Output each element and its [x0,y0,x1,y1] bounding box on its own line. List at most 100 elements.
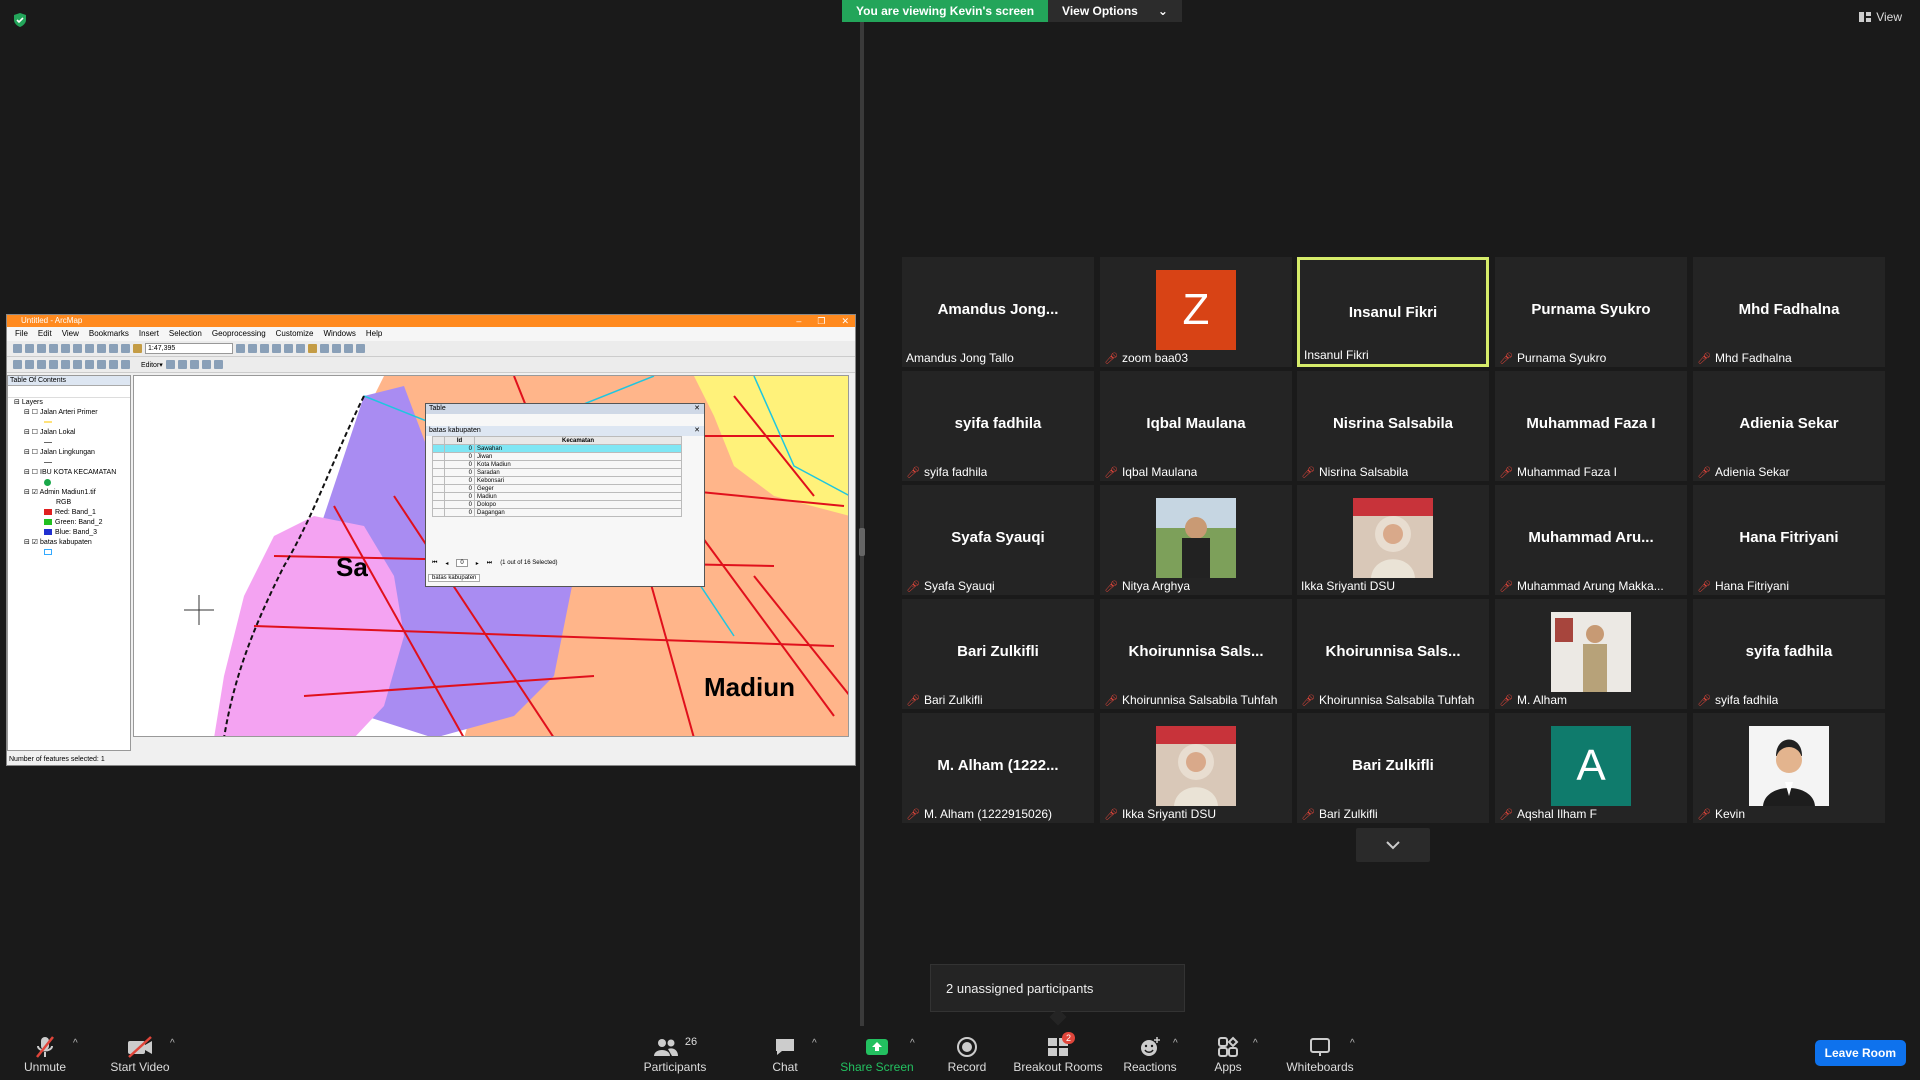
divider-handle[interactable] [859,528,865,556]
view-options-button[interactable]: View Options ⌄ [1048,0,1182,22]
participant-tile[interactable]: Nisrina Salsabila 🎤︎ Nisrina Salsabila [1297,371,1489,481]
start-video-button[interactable]: Start Video [105,1026,175,1080]
toc-layers[interactable]: ⊟ Layers [8,398,130,408]
cut-icon[interactable] [61,344,70,353]
minimize-icon[interactable]: – [796,315,801,327]
participant-tile[interactable]: Purnama Syukro 🎤︎ Purnama Syukro [1495,257,1687,367]
unmute-button[interactable]: Unmute [20,1026,70,1080]
back-icon[interactable] [61,360,70,369]
participant-tile[interactable]: Amandus Jong... Amandus Jong Tallo [902,257,1094,367]
edit-tool-icon[interactable] [213,360,223,369]
participant-tile[interactable]: M. Alham (1222... 🎤︎ M. Alham (1222915026) [902,713,1094,823]
zoom-out-icon[interactable] [25,360,34,369]
open-icon[interactable] [25,344,34,353]
tool-icon[interactable] [236,344,245,353]
save-icon[interactable] [37,344,46,353]
menu-help[interactable]: Help [366,327,382,341]
table-row[interactable]: 0 Kebonsari [432,476,682,485]
tool-icon[interactable] [344,344,353,353]
full-extent-icon[interactable] [49,360,58,369]
reactions-options-caret[interactable]: ^ [1173,1038,1178,1049]
table-row[interactable]: 0 Dagangan [432,508,682,517]
share-screen-button[interactable]: Share Screen [840,1026,914,1080]
participant-tile[interactable]: A 🎤︎ Aqshal Ilham F [1495,713,1687,823]
scale-input[interactable]: 1:47,395 [145,343,233,354]
close-icon[interactable]: ✕ [694,404,700,414]
participant-tile[interactable]: Mhd Fadhalna 🎤︎ Mhd Fadhalna [1693,257,1885,367]
tool-icon[interactable] [320,344,329,353]
participant-tile[interactable]: Bari Zulkifli 🎤︎ Bari Zulkifli [902,599,1094,709]
menu-insert[interactable]: Insert [139,327,159,341]
paste-icon[interactable] [85,344,94,353]
menu-bookmarks[interactable]: Bookmarks [89,327,129,341]
table-row[interactable]: 0 Kota Madiun [432,460,682,469]
maximize-icon[interactable]: ❐ [817,315,825,327]
last-record-icon[interactable]: ⏭ [487,560,492,567]
participant-tile[interactable]: 🎤︎ Ikka Sriyanti DSU [1100,713,1292,823]
edit-tool-icon[interactable] [177,360,187,369]
delete-icon[interactable] [97,344,106,353]
participant-tile[interactable]: 🎤︎ Kevin [1693,713,1885,823]
apps-button[interactable]: Apps [1210,1026,1246,1080]
close-icon[interactable]: ✕ [694,426,700,436]
chat-button[interactable]: Chat [765,1026,805,1080]
table-row[interactable]: 0 Sawahan [432,444,682,453]
participant-tile[interactable]: Muhammad Faza I 🎤︎ Muhammad Faza I [1495,371,1687,481]
print-icon[interactable] [49,344,58,353]
column-header[interactable]: Kecamatan [474,436,682,445]
breakout-rooms-button[interactable]: 2 Breakout Rooms [1013,1026,1103,1080]
edit-tool-icon[interactable] [189,360,199,369]
participant-tile[interactable]: syifa fadhila 🎤︎ syifa fadhila [902,371,1094,481]
find-icon[interactable] [109,360,118,369]
table-row[interactable]: 0 Madiun [432,492,682,501]
column-header[interactable]: Id [444,436,475,445]
participant-tile[interactable]: Bari Zulkifli 🎤︎ Bari Zulkifli [1297,713,1489,823]
menu-selection[interactable]: Selection [169,327,202,341]
edit-tool-icon[interactable] [201,360,211,369]
participant-tile[interactable]: Khoirunnisa Sals... 🎤︎ Khoirunnisa Salsabi… [1100,599,1292,709]
participant-tile[interactable]: syifa fadhila 🎤︎ syifa fadhila [1693,599,1885,709]
forward-icon[interactable] [73,360,82,369]
table-row[interactable]: 0 Jiwan [432,452,682,461]
menu-edit[interactable]: Edit [38,327,52,341]
participant-tile[interactable]: Syafa Syauqi 🎤︎ Syafa Syauqi [902,485,1094,595]
participants-button[interactable]: 26 Participants [640,1026,710,1080]
participant-tile[interactable]: Khoirunnisa Sals... 🎤︎ Khoirunnisa Salsabi… [1297,599,1489,709]
close-icon[interactable]: ✕ [841,315,849,327]
tool-icon[interactable] [284,344,293,353]
record-button[interactable]: Record [945,1026,989,1080]
toc-layer-lingkungan[interactable]: ⊟ ☐ Jalan Lingkungan [8,448,130,458]
redo-icon[interactable] [121,344,130,353]
menu-view[interactable]: View [62,327,79,341]
share-options-caret[interactable]: ^ [910,1038,915,1049]
tool-icon[interactable] [356,344,365,353]
toc-layer-ibukota[interactable]: ⊟ ☐ IBU KOTA KECAMATAN [8,468,130,478]
whiteboards-button[interactable]: Whiteboards [1282,1026,1358,1080]
security-shield-icon[interactable] [12,12,28,28]
toc-layer-arteri[interactable]: ⊟ ☐ Jalan Arteri Primer [8,408,130,418]
table-row[interactable]: 0 Dolopo [432,500,682,509]
undo-icon[interactable] [109,344,118,353]
participant-tile[interactable]: Insanul Fikri Insanul Fikri [1297,257,1489,367]
participant-tile[interactable]: 🎤︎ Nitya Arghya [1100,485,1292,595]
tool-icon[interactable] [248,344,257,353]
menu-windows[interactable]: Windows [323,327,355,341]
first-record-icon[interactable]: ⏮ [432,560,437,567]
toc-layer-lokal[interactable]: ⊟ ☐ Jalan Lokal [8,428,130,438]
select-icon[interactable] [85,360,94,369]
leave-room-button[interactable]: Leave Room [1814,1040,1906,1066]
measure-icon[interactable] [121,360,130,369]
menu-file[interactable]: File [15,327,28,341]
menu-customize[interactable]: Customize [276,327,314,341]
whiteboards-options-caret[interactable]: ^ [1350,1038,1355,1049]
toc-layer-batas[interactable]: ⊟ ☑ batas kabupaten [8,538,130,548]
split-divider[interactable] [860,22,864,1028]
editor-menu[interactable]: Editor▾ [141,361,163,369]
table-row[interactable]: 0 Geger [432,484,682,493]
tool-icon[interactable] [308,344,317,353]
participant-tile[interactable]: Muhammad Aru... 🎤︎ Muhammad Arung Makka... [1495,485,1687,595]
record-input[interactable]: 0 [456,559,468,567]
table-row[interactable]: 0 Saradan [432,468,682,477]
pan-icon[interactable] [37,360,46,369]
tool-icon[interactable] [332,344,341,353]
